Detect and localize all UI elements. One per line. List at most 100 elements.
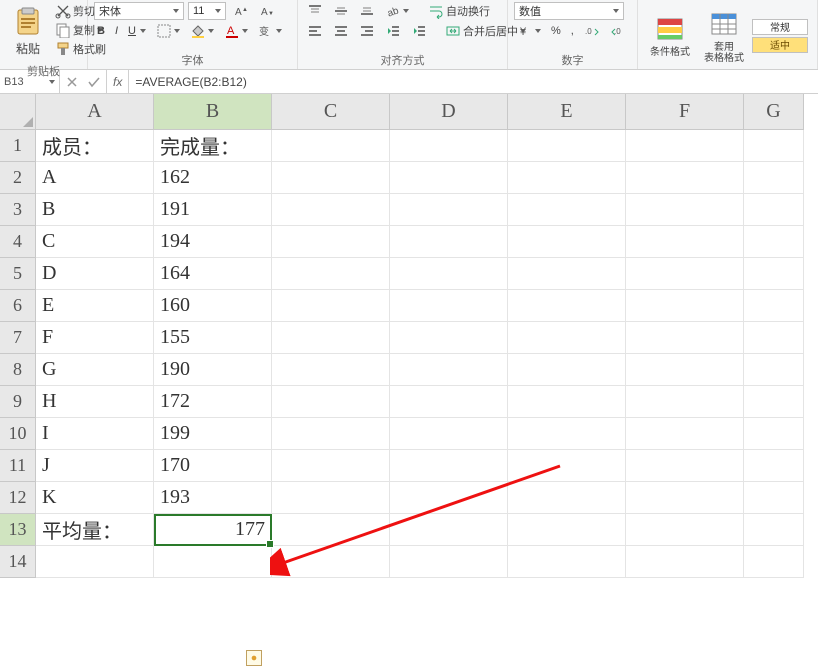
cell-D14[interactable] [390, 546, 508, 578]
cell-E6[interactable] [508, 290, 626, 322]
cell-A5[interactable]: D [36, 258, 154, 290]
cell-A8[interactable]: G [36, 354, 154, 386]
percent-button[interactable]: % [548, 24, 564, 38]
cell-G12[interactable] [744, 482, 804, 514]
formula-input[interactable]: =AVERAGE(B2:B12) [129, 70, 818, 93]
increase-decimal-button[interactable]: .0 [581, 22, 603, 40]
row-header-3[interactable]: 3 [0, 194, 36, 226]
cell-F14[interactable] [626, 546, 744, 578]
cell-A2[interactable]: A [36, 162, 154, 194]
cell-D9[interactable] [390, 386, 508, 418]
currency-button[interactable]: ¥ [514, 22, 544, 40]
cell-D1[interactable] [390, 130, 508, 162]
row-header-1[interactable]: 1 [0, 130, 36, 162]
cell-G6[interactable] [744, 290, 804, 322]
cell-G3[interactable] [744, 194, 804, 226]
cell-A11[interactable]: J [36, 450, 154, 482]
cell-B5[interactable]: 164 [154, 258, 272, 290]
col-header-D[interactable]: D [390, 94, 508, 130]
indent-increase-button[interactable] [408, 22, 430, 40]
cell-E11[interactable] [508, 450, 626, 482]
cell-G10[interactable] [744, 418, 804, 450]
cell-D11[interactable] [390, 450, 508, 482]
cell-B14[interactable] [154, 546, 272, 578]
cell-B8[interactable]: 190 [154, 354, 272, 386]
cell-F1[interactable] [626, 130, 744, 162]
cell-D3[interactable] [390, 194, 508, 226]
font-size-select[interactable]: 11 [188, 2, 226, 20]
increase-font-button[interactable]: A▲ [230, 2, 252, 20]
cell-B13[interactable]: 177 [154, 514, 272, 546]
cell-A14[interactable] [36, 546, 154, 578]
col-header-E[interactable]: E [508, 94, 626, 130]
cell-E10[interactable] [508, 418, 626, 450]
row-header-10[interactable]: 10 [0, 418, 36, 450]
cell-F4[interactable] [626, 226, 744, 258]
cell-E3[interactable] [508, 194, 626, 226]
comma-button[interactable]: , [568, 24, 577, 38]
cell-B7[interactable]: 155 [154, 322, 272, 354]
fx-button[interactable]: fx [107, 70, 129, 93]
fill-color-button[interactable] [187, 22, 217, 40]
cell-F12[interactable] [626, 482, 744, 514]
align-top-button[interactable] [304, 2, 326, 20]
number-format-select[interactable]: 数值 [514, 2, 624, 20]
cell-A7[interactable]: F [36, 322, 154, 354]
cell-C12[interactable] [272, 482, 390, 514]
cell-D4[interactable] [390, 226, 508, 258]
cell-A9[interactable]: H [36, 386, 154, 418]
cell-E4[interactable] [508, 226, 626, 258]
cell-G13[interactable] [744, 514, 804, 546]
cell-E1[interactable] [508, 130, 626, 162]
cell-G1[interactable] [744, 130, 804, 162]
cell-D13[interactable] [390, 514, 508, 546]
cell-C14[interactable] [272, 546, 390, 578]
cell-G14[interactable] [744, 546, 804, 578]
row-header-7[interactable]: 7 [0, 322, 36, 354]
decrease-decimal-button[interactable]: .0 [607, 22, 629, 40]
autofill-options-button[interactable] [246, 650, 262, 666]
cell-A4[interactable]: C [36, 226, 154, 258]
cell-C9[interactable] [272, 386, 390, 418]
cell-B12[interactable]: 193 [154, 482, 272, 514]
cell-F7[interactable] [626, 322, 744, 354]
align-right-button[interactable] [356, 22, 378, 40]
row-header-2[interactable]: 2 [0, 162, 36, 194]
cell-F6[interactable] [626, 290, 744, 322]
cell-C6[interactable] [272, 290, 390, 322]
cell-D7[interactable] [390, 322, 508, 354]
cell-B6[interactable]: 160 [154, 290, 272, 322]
cell-G9[interactable] [744, 386, 804, 418]
cell-C7[interactable] [272, 322, 390, 354]
cell-D8[interactable] [390, 354, 508, 386]
enter-formula-button[interactable] [86, 74, 102, 90]
cell-styles-gallery[interactable]: 常规 适中 [752, 19, 808, 53]
cell-F3[interactable] [626, 194, 744, 226]
orientation-button[interactable]: ab [382, 2, 412, 20]
col-header-B[interactable]: B [154, 94, 272, 130]
cell-A13[interactable]: 平均量： [36, 514, 154, 546]
font-name-select[interactable]: 宋体 [94, 2, 184, 20]
align-bottom-button[interactable] [356, 2, 378, 20]
cell-F5[interactable] [626, 258, 744, 290]
cell-D12[interactable] [390, 482, 508, 514]
align-center-button[interactable] [330, 22, 352, 40]
cell-E13[interactable] [508, 514, 626, 546]
cell-C10[interactable] [272, 418, 390, 450]
cell-D5[interactable] [390, 258, 508, 290]
cell-F2[interactable] [626, 162, 744, 194]
cell-E5[interactable] [508, 258, 626, 290]
cell-A6[interactable]: E [36, 290, 154, 322]
row-header-11[interactable]: 11 [0, 450, 36, 482]
cell-G7[interactable] [744, 322, 804, 354]
cell-D10[interactable] [390, 418, 508, 450]
cell-C8[interactable] [272, 354, 390, 386]
cell-C5[interactable] [272, 258, 390, 290]
cell-F13[interactable] [626, 514, 744, 546]
cell-C11[interactable] [272, 450, 390, 482]
row-header-8[interactable]: 8 [0, 354, 36, 386]
cell-E7[interactable] [508, 322, 626, 354]
cell-G11[interactable] [744, 450, 804, 482]
cell-B9[interactable]: 172 [154, 386, 272, 418]
cell-E2[interactable] [508, 162, 626, 194]
